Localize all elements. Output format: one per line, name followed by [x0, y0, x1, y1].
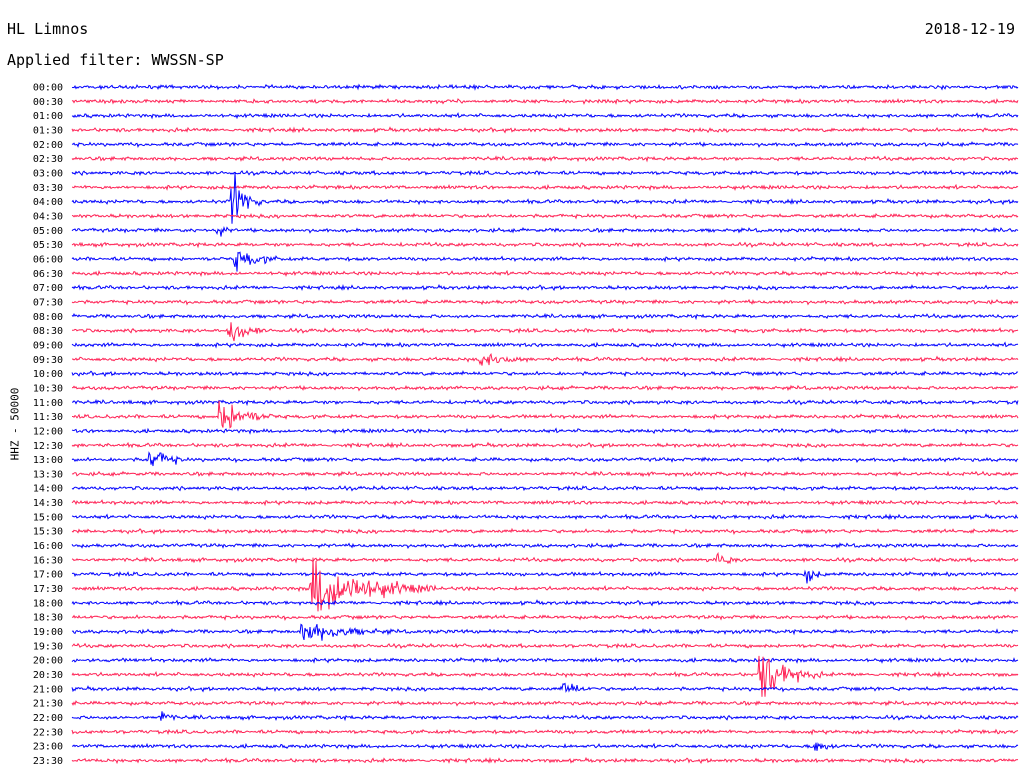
row-label: 22:30	[33, 727, 63, 738]
trace-row-1230	[71, 441, 1019, 449]
trace-row-1700	[71, 569, 1019, 584]
row-label: 09:30	[33, 355, 63, 366]
row-label: 15:30	[33, 527, 63, 538]
row-label: 04:00	[33, 197, 63, 208]
trace-row-2000	[71, 656, 1019, 664]
row-label: 07:30	[33, 297, 63, 308]
row-label: 03:30	[33, 183, 63, 194]
row-label: 17:00	[33, 570, 63, 581]
trace-row-0630	[71, 269, 1019, 277]
trace-row-2230	[71, 728, 1019, 736]
trace-row-1900	[71, 623, 1019, 641]
trace-row-1930	[71, 642, 1019, 650]
row-label-group: 00:00 00:30 01:00 01:30 02:00 02:30 03:00 03:30…	[33, 83, 63, 768]
trace-row-2030	[71, 655, 1019, 697]
trace-row-0200	[71, 141, 1019, 149]
trace-row-2330	[71, 756, 1019, 765]
trace-row-2130	[71, 699, 1019, 707]
trace-row-0330	[71, 183, 1019, 192]
row-label: 09:00	[33, 340, 63, 351]
row-label: 01:00	[33, 111, 63, 122]
trace-row-1630	[71, 551, 1019, 565]
trace-row-0130	[71, 126, 1019, 134]
row-label: 23:30	[33, 756, 63, 767]
row-label: 07:00	[33, 283, 63, 294]
trace-row-0430	[71, 212, 1019, 220]
row-label: 21:30	[33, 699, 63, 710]
trace-row-1030	[71, 384, 1019, 392]
trace-row-1600	[71, 542, 1019, 550]
row-label: 03:00	[33, 168, 63, 179]
row-label: 02:30	[33, 154, 63, 165]
trace-row-1130	[72, 400, 1019, 429]
row-label: 13:30	[33, 469, 63, 480]
trace-row-0730	[71, 298, 1019, 306]
trace-row-0030	[71, 98, 1019, 105]
trace-row-0800	[71, 312, 1019, 321]
row-label: 12:30	[33, 441, 63, 452]
trace-row-0500	[71, 225, 1019, 237]
trace-row-0600	[71, 251, 1019, 272]
row-label: 14:30	[33, 498, 63, 509]
helicorder-plot: 00:00 00:30 01:00 01:30 02:00 02:30 03:00 03:30…	[33, 83, 1019, 768]
trace-row-0830	[72, 322, 1019, 342]
trace-row-0000	[71, 83, 1019, 91]
trace-row-2100	[71, 682, 1019, 693]
trace-row-1830	[71, 614, 1019, 621]
trace-row-1330	[71, 470, 1019, 478]
row-label: 13:00	[33, 455, 63, 466]
row-label: 20:00	[33, 656, 63, 667]
trace-row-1530	[71, 527, 1019, 535]
trace-row-1000	[71, 370, 1019, 378]
trace-row-1500	[71, 513, 1019, 521]
row-label: 19:00	[33, 627, 63, 638]
trace-row-1300	[71, 451, 1019, 467]
row-label: 00:30	[33, 97, 63, 108]
row-label: 11:00	[33, 398, 63, 409]
row-label: 06:30	[33, 269, 63, 280]
row-label: 05:30	[33, 240, 63, 251]
trace-row-0930	[71, 352, 1019, 366]
trace-group	[71, 83, 1019, 765]
trace-row-0300	[71, 169, 1019, 177]
row-label: 10:00	[33, 369, 63, 380]
trace-row-0100	[71, 112, 1019, 120]
row-label: 02:00	[33, 140, 63, 151]
row-label: 05:00	[33, 226, 63, 237]
row-label: 23:00	[33, 742, 63, 753]
row-label: 15:00	[33, 512, 63, 523]
trace-row-0700	[71, 283, 1019, 292]
row-label: 21:00	[33, 684, 63, 695]
row-label: 16:00	[33, 541, 63, 552]
trace-row-0530	[71, 241, 1019, 249]
row-label: 00:00	[33, 83, 63, 94]
row-label: 11:30	[33, 412, 63, 423]
row-label: 08:30	[33, 326, 63, 337]
row-label: 17:30	[33, 584, 63, 595]
trace-row-1100	[72, 398, 1019, 407]
trace-row-0230	[71, 155, 1019, 163]
trace-row-1400	[71, 485, 1019, 492]
trace-row-1800	[71, 599, 1019, 607]
row-label: 10:30	[33, 383, 63, 394]
row-label: 06:00	[33, 254, 63, 265]
row-label: 01:30	[33, 125, 63, 136]
trace-row-2300	[72, 742, 1019, 751]
row-label: 19:30	[33, 641, 63, 652]
row-label: 14:00	[33, 484, 63, 495]
row-label: 22:00	[33, 713, 63, 724]
row-label: 20:30	[33, 670, 63, 681]
row-label: 18:00	[33, 598, 63, 609]
row-label: 08:00	[33, 312, 63, 323]
trace-row-1200	[71, 427, 1019, 435]
row-label: 18:30	[33, 613, 63, 624]
trace-row-1430	[71, 499, 1019, 507]
row-label: 16:30	[33, 555, 63, 566]
row-label: 12:00	[33, 426, 63, 437]
trace-row-0900	[71, 341, 1019, 349]
trace-row-2200	[71, 711, 1019, 722]
row-label: 04:30	[33, 211, 63, 222]
